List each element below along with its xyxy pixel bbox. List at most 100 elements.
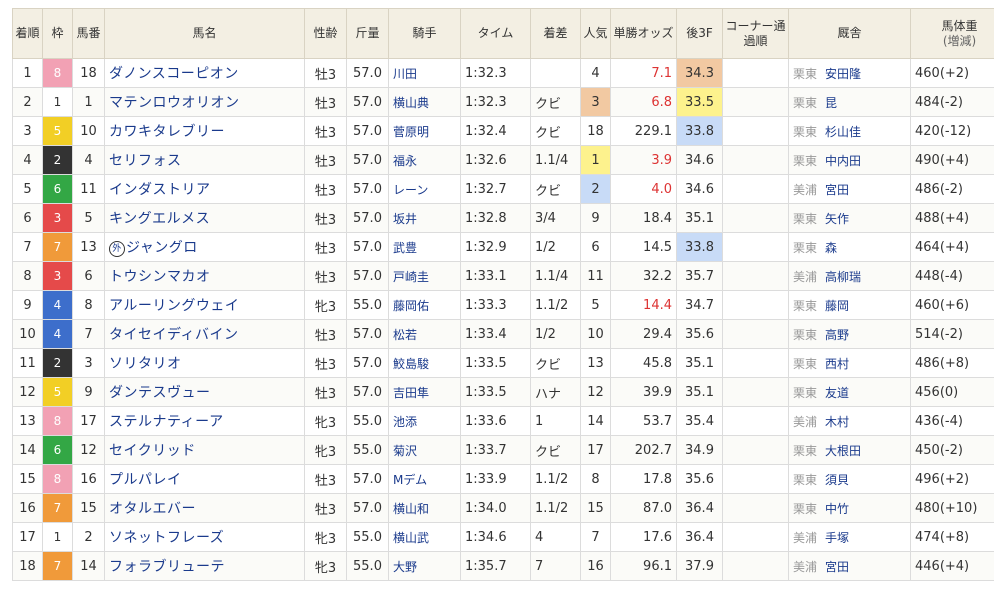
trainer-name[interactable]: 手塚 [825, 531, 849, 545]
header-rank[interactable]: 着順 [12, 8, 43, 59]
horse-name[interactable]: セリフォス [109, 153, 182, 169]
jockey-link[interactable]: 鮫島駿 [388, 348, 461, 378]
trainer-name[interactable]: 大根田 [825, 444, 861, 458]
jockey-link[interactable]: 福永 [388, 145, 461, 175]
horse-name[interactable]: アルーリングウェイ [109, 298, 239, 314]
jockey-link[interactable]: 横山典 [388, 87, 461, 117]
horse-name[interactable]: セイクリッド [109, 443, 196, 459]
horse-name[interactable]: プルパレイ [109, 472, 182, 488]
horse-name-link[interactable]: ダノンスコーピオン [104, 58, 305, 88]
header-corner-order[interactable]: コーナー通過順 [722, 8, 789, 59]
horse-name-link[interactable]: ダンテスヴュー [104, 377, 305, 407]
jockey-link[interactable]: Mデム [388, 464, 461, 494]
horse-name[interactable]: マテンロウオリオン [109, 95, 240, 111]
trainer-name[interactable]: 友道 [825, 386, 849, 400]
jockey-link[interactable]: 吉田隼 [388, 377, 461, 407]
trainer-cell[interactable]: 栗東 西村 [788, 348, 911, 378]
trainer-cell[interactable]: 栗東 藤岡 [788, 290, 911, 320]
jockey-link[interactable]: 坂井 [388, 203, 461, 233]
horse-name-link[interactable]: セリフォス [104, 145, 305, 175]
header-margin[interactable]: 着差 [530, 8, 581, 59]
horse-name[interactable]: トウシンマカオ [109, 269, 211, 285]
trainer-cell[interactable]: 栗東昆 [788, 87, 911, 117]
horse-name-link[interactable]: インダストリア [104, 174, 305, 204]
trainer-name[interactable]: 杉山佳 [825, 125, 861, 139]
horse-name-link[interactable]: トウシンマカオ [104, 261, 305, 291]
horse-name-link[interactable]: 外ジャングロ [104, 232, 305, 262]
trainer-name[interactable]: 宮田 [825, 560, 849, 574]
header-popularity[interactable]: 人気 [580, 8, 611, 59]
horse-name[interactable]: フォラブリューテ [109, 559, 225, 575]
horse-name-link[interactable]: プルパレイ [104, 464, 305, 494]
jockey-link[interactable]: 横山和 [388, 493, 461, 523]
horse-name-link[interactable]: キングエルメス [104, 203, 305, 233]
header-trainer[interactable]: 厩舎 [788, 8, 911, 59]
header-jockey[interactable]: 騎手 [388, 8, 461, 59]
trainer-cell[interactable]: 美浦 木村 [788, 406, 911, 436]
header-last-3f[interactable]: 後3F [676, 8, 723, 59]
horse-name[interactable]: ダンテスヴュー [109, 385, 211, 401]
trainer-name[interactable]: 宮田 [825, 183, 849, 197]
header-body-weight[interactable]: 馬体重 (増減) [910, 8, 994, 59]
trainer-cell[interactable]: 栗東森 [788, 232, 911, 262]
jockey-link[interactable]: 横山武 [388, 522, 461, 552]
trainer-name[interactable]: 安田隆 [825, 67, 861, 81]
trainer-cell[interactable]: 栗東 中竹 [788, 493, 911, 523]
horse-name-link[interactable]: マテンロウオリオン [104, 87, 305, 117]
trainer-cell[interactable]: 栗東 中内田 [788, 145, 911, 175]
trainer-name[interactable]: 森 [825, 241, 837, 255]
trainer-name[interactable]: 須貝 [825, 473, 849, 487]
trainer-cell[interactable]: 美浦 宮田 [788, 174, 911, 204]
trainer-name[interactable]: 高柳瑞 [825, 270, 861, 284]
horse-name-link[interactable]: フォラブリューテ [104, 551, 305, 581]
horse-name-link[interactable]: セイクリッド [104, 435, 305, 465]
trainer-cell[interactable]: 栗東 安田隆 [788, 58, 911, 88]
jockey-link[interactable]: 武豊 [388, 232, 461, 262]
trainer-name[interactable]: 中内田 [825, 154, 861, 168]
jockey-link[interactable]: 松若 [388, 319, 461, 349]
trainer-name[interactable]: 西村 [825, 357, 849, 371]
trainer-name[interactable]: 高野 [825, 328, 849, 342]
jockey-link[interactable]: レーン [388, 174, 461, 204]
horse-name-link[interactable]: アルーリングウェイ [104, 290, 305, 320]
trainer-name[interactable]: 昆 [825, 96, 837, 110]
jockey-link[interactable]: 菅原明 [388, 116, 461, 146]
horse-name-link[interactable]: ソネットフレーズ [104, 522, 305, 552]
jockey-link[interactable]: 大野 [388, 551, 461, 581]
trainer-cell[interactable]: 栗東 大根田 [788, 435, 911, 465]
jockey-link[interactable]: 池添 [388, 406, 461, 436]
horse-name[interactable]: ダノンスコーピオン [109, 66, 239, 82]
horse-name[interactable]: タイセイディバイン [109, 327, 239, 343]
horse-name[interactable]: ソネットフレーズ [109, 530, 224, 546]
header-odds[interactable]: 単勝オッズ [610, 8, 677, 59]
horse-name-link[interactable]: ステルナティーア [104, 406, 305, 436]
horse-name[interactable]: キングエルメス [109, 211, 210, 227]
horse-name[interactable]: ステルナティーア [109, 414, 224, 430]
trainer-name[interactable]: 矢作 [825, 212, 849, 226]
jockey-link[interactable]: 菊沢 [388, 435, 461, 465]
header-waku[interactable]: 枠 [42, 8, 73, 59]
header-weight[interactable]: 斤量 [346, 8, 389, 59]
horse-name-link[interactable]: タイセイディバイン [104, 319, 305, 349]
trainer-cell[interactable]: 美浦 手塚 [788, 522, 911, 552]
trainer-cell[interactable]: 栗東 友道 [788, 377, 911, 407]
jockey-link[interactable]: 藤岡佑 [388, 290, 461, 320]
horse-name[interactable]: ソリタリオ [109, 356, 182, 372]
horse-name-link[interactable]: オタルエバー [104, 493, 305, 523]
horse-name[interactable]: ジャングロ [126, 240, 198, 256]
jockey-link[interactable]: 川田 [388, 58, 461, 88]
trainer-cell[interactable]: 美浦 高柳瑞 [788, 261, 911, 291]
horse-name-link[interactable]: ソリタリオ [104, 348, 305, 378]
trainer-name[interactable]: 木村 [825, 415, 849, 429]
trainer-cell[interactable]: 栗東 高野 [788, 319, 911, 349]
trainer-cell[interactable]: 栗東 須貝 [788, 464, 911, 494]
header-sex-age[interactable]: 性齢 [304, 8, 347, 59]
header-horse-name[interactable]: 馬名 [104, 8, 305, 59]
horse-name[interactable]: インダストリア [109, 182, 211, 198]
trainer-cell[interactable]: 栗東 杉山佳 [788, 116, 911, 146]
horse-name-link[interactable]: カワキタレブリー [104, 116, 305, 146]
header-time[interactable]: タイム [460, 8, 531, 59]
header-horse-number[interactable]: 馬番 [72, 8, 105, 59]
jockey-link[interactable]: 戸崎圭 [388, 261, 461, 291]
trainer-cell[interactable]: 栗東 矢作 [788, 203, 911, 233]
